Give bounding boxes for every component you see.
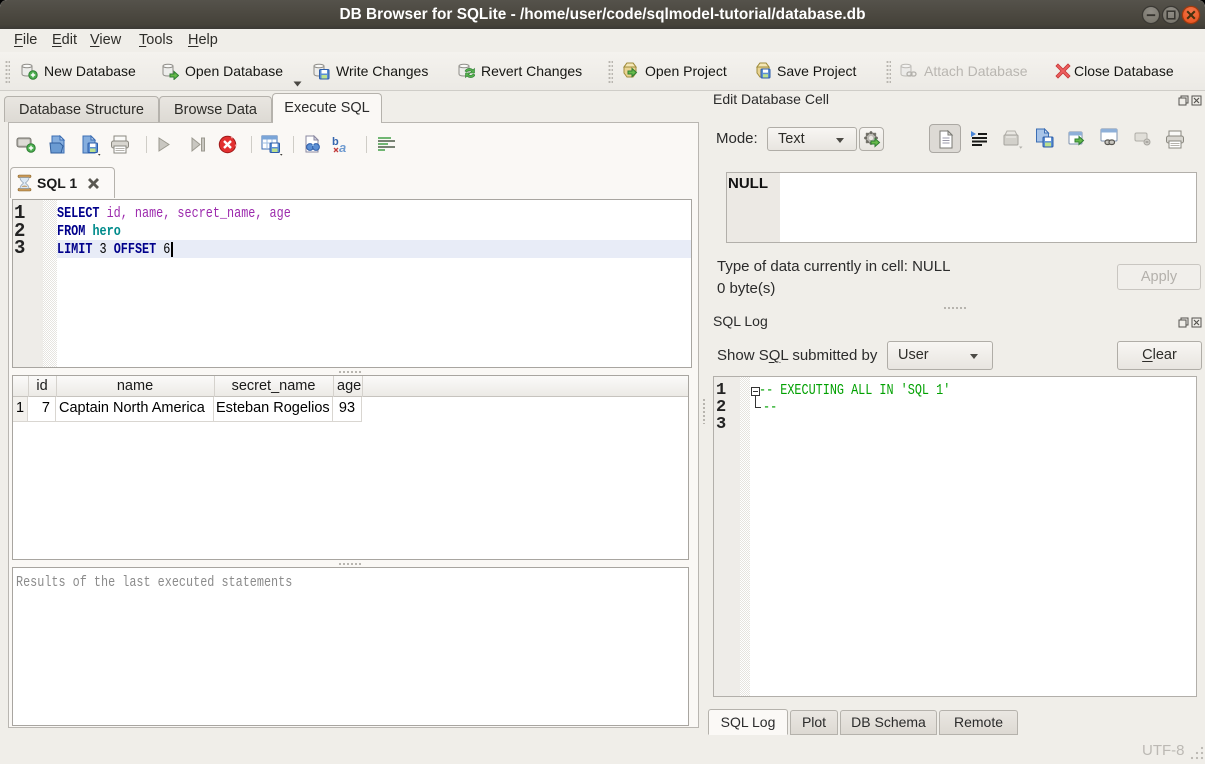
svg-text:a: a	[339, 140, 346, 155]
svg-text:b: b	[332, 136, 339, 148]
